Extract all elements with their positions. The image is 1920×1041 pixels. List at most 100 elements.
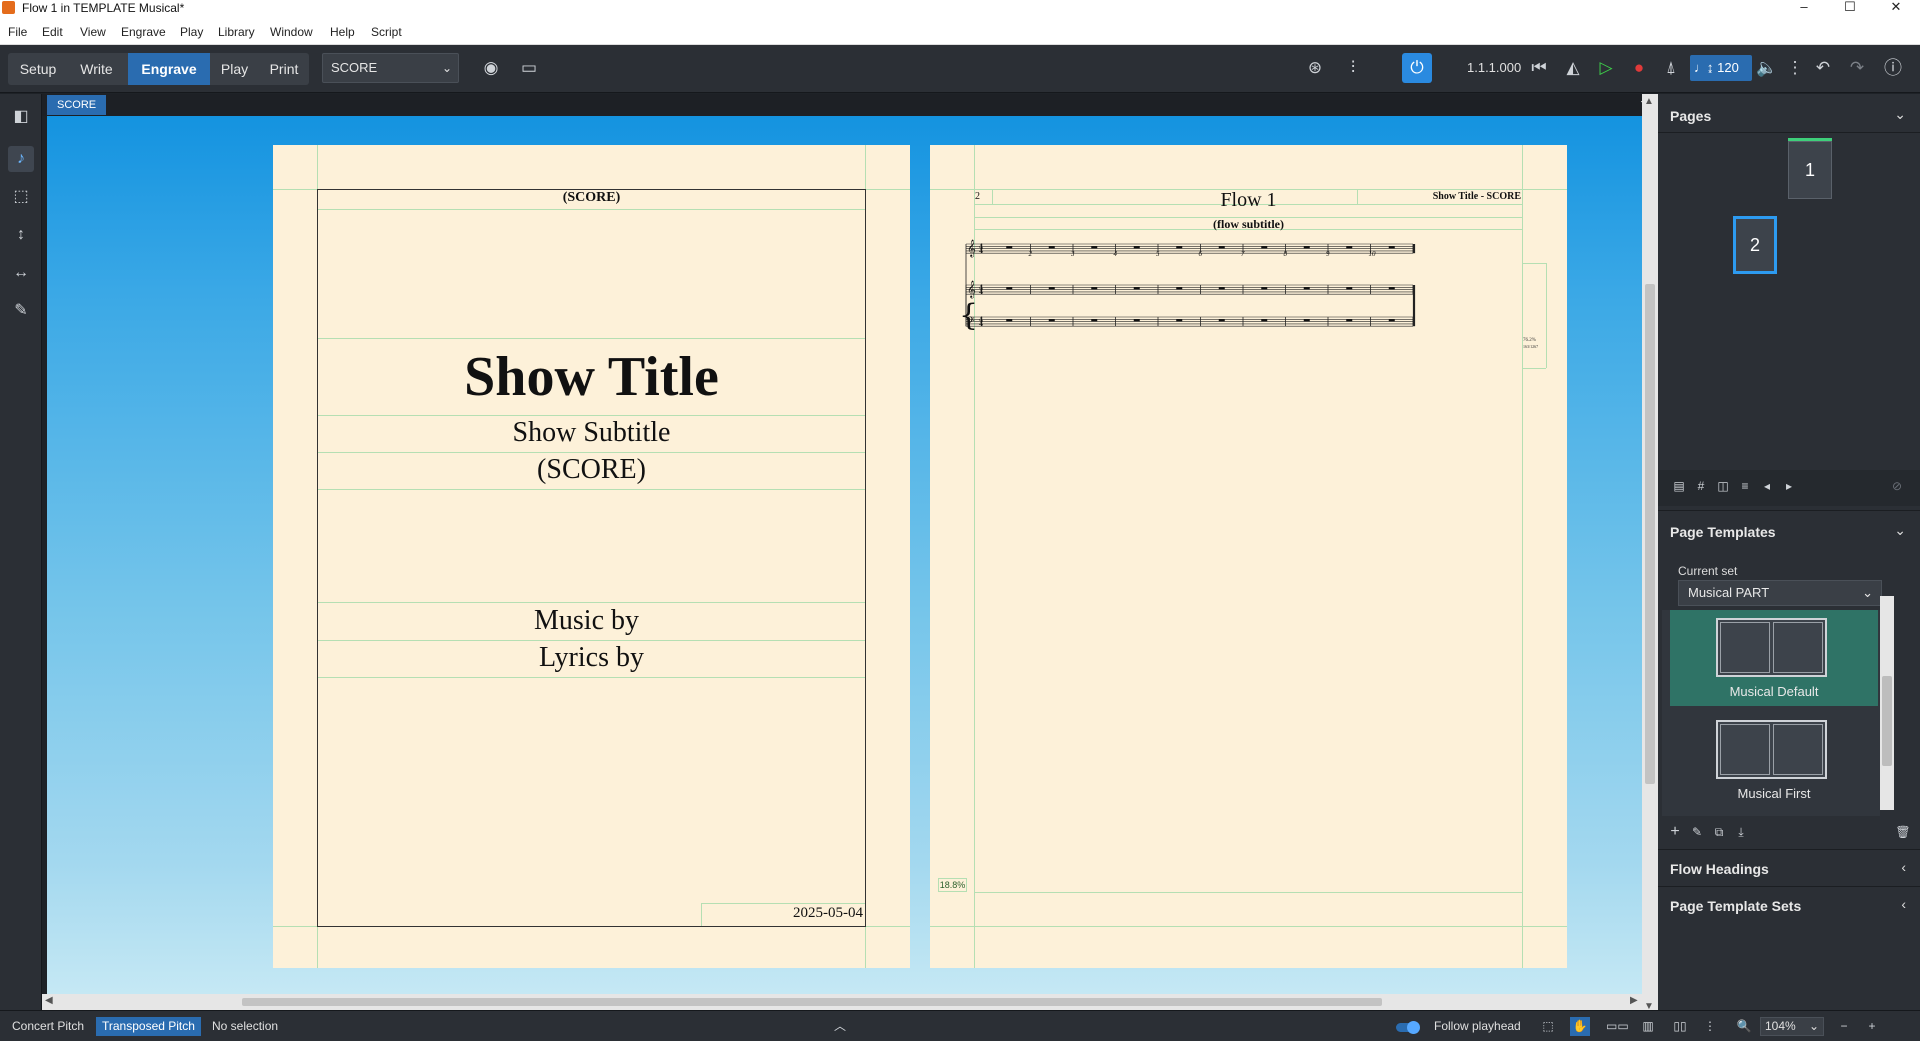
- chevron-down-icon[interactable]: ⌄: [1894, 106, 1906, 123]
- menu-library[interactable]: Library: [218, 25, 255, 39]
- mode-write[interactable]: Write: [68, 53, 125, 85]
- scroll-right-icon[interactable]: ▶: [1630, 995, 1638, 1006]
- tempo-control[interactable]: ♩↨ 120: [1690, 55, 1752, 81]
- show-title[interactable]: Show Title: [318, 345, 865, 409]
- canvas-vertical-scrollbar[interactable]: ▲ ▼: [1642, 94, 1658, 1014]
- zoom-out-icon[interactable]: −: [1834, 1017, 1854, 1036]
- template-list-scrollbar[interactable]: [1880, 596, 1894, 810]
- scrollbar-thumb[interactable]: [1882, 676, 1892, 766]
- video-icon[interactable]: ⊛: [1302, 55, 1328, 81]
- mode-print[interactable]: Print: [259, 53, 309, 85]
- maximize-button[interactable]: ☐: [1830, 0, 1870, 16]
- mode-engrave[interactable]: Engrave: [128, 53, 210, 85]
- concert-pitch-button[interactable]: Concert Pitch: [6, 1017, 90, 1036]
- page-number-icon[interactable]: #: [1692, 477, 1710, 495]
- undo-icon[interactable]: ↶: [1810, 55, 1836, 81]
- music-by[interactable]: Music by: [313, 605, 860, 637]
- panel-toggle-icon[interactable]: ◧: [8, 104, 34, 130]
- page-settings-icon[interactable]: ▤: [1670, 477, 1688, 495]
- minimize-button[interactable]: –: [1784, 0, 1824, 16]
- redo-icon[interactable]: ↷: [1844, 55, 1870, 81]
- menu-view[interactable]: View: [80, 25, 106, 39]
- power-icon[interactable]: ⏻: [1402, 53, 1432, 83]
- metronome-click-icon[interactable]: ◭: [1560, 55, 1586, 81]
- spread-view-icon[interactable]: ▭▭: [1606, 1017, 1629, 1036]
- note-tool-icon[interactable]: ♪: [8, 146, 34, 172]
- scrollbar-thumb[interactable]: [1645, 284, 1655, 784]
- import-template-icon[interactable]: ⤓: [1732, 823, 1750, 841]
- tab-score[interactable]: SCORE: [47, 95, 107, 115]
- zoom-in-icon[interactable]: +: [1862, 1017, 1882, 1036]
- galley-view-icon[interactable]: ▯▯: [1670, 1017, 1690, 1036]
- menu-engrave[interactable]: Engrave: [121, 25, 166, 39]
- lyrics-by[interactable]: Lyrics by: [318, 642, 865, 674]
- remove-override-icon[interactable]: ⊘: [1888, 477, 1906, 495]
- frame-icon[interactable]: ▭: [516, 55, 542, 81]
- spread-icon[interactable]: ◫: [1714, 477, 1732, 495]
- pages-section-title[interactable]: Pages: [1670, 108, 1711, 124]
- transposed-pitch-button[interactable]: Transposed Pitch: [96, 1017, 201, 1036]
- speaker-icon[interactable]: 🔈: [1754, 55, 1780, 81]
- rewind-icon[interactable]: ⏮: [1526, 55, 1552, 81]
- current-set-select[interactable]: Musical PART ⌄: [1678, 580, 1882, 606]
- scrollbar-thumb[interactable]: [242, 998, 1382, 1006]
- close-button[interactable]: ✕: [1876, 0, 1916, 16]
- next-icon[interactable]: ▸: [1780, 477, 1798, 495]
- layout-selector[interactable]: SCORE ⌄: [322, 53, 459, 83]
- scroll-up-icon[interactable]: ▲: [1644, 96, 1654, 107]
- eye-icon[interactable]: ◉: [478, 55, 504, 81]
- vertical-view-icon[interactable]: ⋮: [1700, 1017, 1720, 1036]
- page-1[interactable]: (SCORE) Show Title Show Subtitle (SCORE)…: [273, 145, 910, 968]
- record-icon[interactable]: ●: [1626, 55, 1652, 81]
- hand-tool-icon[interactable]: ✋: [1570, 1017, 1590, 1036]
- show-subtitle[interactable]: Show Subtitle: [318, 417, 865, 449]
- more-icon[interactable]: ⋮: [1782, 55, 1808, 81]
- spacing-tool-icon[interactable]: ↕: [8, 222, 34, 248]
- mode-play[interactable]: Play: [210, 53, 259, 85]
- menu-file[interactable]: File: [8, 25, 27, 39]
- page-template-sets-section-title[interactable]: Page Template Sets: [1670, 898, 1801, 914]
- menu-help[interactable]: Help: [330, 25, 355, 39]
- width-tool-icon[interactable]: ↔: [8, 260, 34, 286]
- mode-setup[interactable]: Setup: [8, 53, 68, 85]
- zoom-select[interactable]: 104% ⌄: [1760, 1017, 1824, 1036]
- chevron-left-icon[interactable]: ‹: [1901, 859, 1906, 875]
- page-templates-section-title[interactable]: Page Templates: [1670, 524, 1776, 540]
- selection-tool-icon[interactable]: ⬚: [1538, 1017, 1558, 1036]
- align-icon[interactable]: ≡: [1736, 477, 1754, 495]
- page-template-list[interactable]: Musical Default Musical First: [1662, 610, 1880, 816]
- date-text[interactable]: 2025-05-04: [705, 905, 863, 922]
- part-name[interactable]: (SCORE): [318, 454, 865, 486]
- add-template-icon[interactable]: +: [1666, 823, 1684, 841]
- delete-template-icon[interactable]: 🗑: [1894, 823, 1912, 841]
- menu-play[interactable]: Play: [180, 25, 203, 39]
- template-musical-default[interactable]: Musical Default: [1670, 610, 1878, 706]
- scroll-left-icon[interactable]: ◀: [45, 995, 53, 1006]
- template-musical-first[interactable]: Musical First: [1670, 712, 1878, 808]
- mixer-icon[interactable]: ⫶: [1340, 55, 1366, 81]
- music-area[interactable]: (SCORE) Show Title Show Subtitle (SCORE)…: [47, 116, 1642, 994]
- edit-template-icon[interactable]: ✎: [1688, 823, 1706, 841]
- menu-script[interactable]: Script: [371, 25, 402, 39]
- header-part-name[interactable]: (SCORE): [318, 190, 865, 206]
- play-icon[interactable]: ▷: [1593, 55, 1619, 81]
- music-system[interactable]: 𝄞 44𝄞 44𝄢 44{: [930, 145, 1567, 405]
- frame-tool-icon[interactable]: ⬚: [8, 184, 34, 210]
- page-view-icon[interactable]: ▥: [1638, 1017, 1658, 1036]
- metronome-icon[interactable]: ⍋: [1658, 55, 1684, 81]
- menu-edit[interactable]: Edit: [42, 25, 63, 39]
- follow-playhead-toggle[interactable]: [1396, 1021, 1420, 1034]
- pen-tool-icon[interactable]: ✎: [8, 298, 34, 324]
- chevron-left-icon[interactable]: ‹: [1901, 896, 1906, 912]
- flow-headings-section-title[interactable]: Flow Headings: [1670, 861, 1769, 877]
- canvas-horizontal-scrollbar[interactable]: ◀ ▶: [42, 994, 1642, 1010]
- chevron-down-icon[interactable]: ⌄: [1894, 522, 1906, 539]
- duplicate-template-icon[interactable]: ⧉: [1710, 823, 1728, 841]
- page-2[interactable]: 2 Flow 1 (flow subtitle) Show Title - SC…: [930, 145, 1567, 968]
- page-thumb-2[interactable]: 2: [1733, 216, 1777, 274]
- page-thumb-1[interactable]: 1: [1788, 141, 1832, 199]
- previous-icon[interactable]: ◂: [1758, 477, 1776, 495]
- help-icon[interactable]: ⓘ: [1880, 55, 1906, 81]
- menu-window[interactable]: Window: [270, 25, 313, 39]
- chevron-up-icon[interactable]: ︿: [830, 1017, 850, 1036]
